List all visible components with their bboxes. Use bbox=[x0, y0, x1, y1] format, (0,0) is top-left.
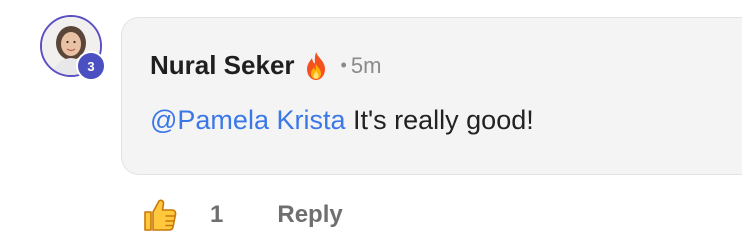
comment-text: @Pamela Krista It's really good! bbox=[150, 105, 534, 136]
comment: 3 Nural Seker • 5m @Pamela Krista It's r… bbox=[0, 0, 742, 250]
timestamp: 5m bbox=[350, 52, 382, 78]
comment-header: Nural Seker • 5m bbox=[150, 50, 381, 81]
thumbs-up-icon[interactable] bbox=[142, 197, 178, 233]
comment-bubble: Nural Seker • 5m @Pamela Krista It's rea… bbox=[121, 17, 742, 175]
fire-icon bbox=[303, 51, 329, 81]
avatar-wrapper[interactable]: 3 bbox=[40, 15, 106, 81]
mention-link[interactable]: @Pamela Krista bbox=[150, 105, 345, 135]
separator-dot: • bbox=[340, 55, 347, 75]
comment-message: It's really good! bbox=[345, 105, 534, 135]
comment-actions: 1 Reply bbox=[142, 197, 343, 233]
author-name[interactable]: Nural Seker bbox=[150, 50, 295, 81]
like-count: 1 bbox=[210, 201, 224, 228]
level-badge: 3 bbox=[76, 51, 106, 81]
reply-button[interactable]: Reply bbox=[277, 201, 342, 229]
